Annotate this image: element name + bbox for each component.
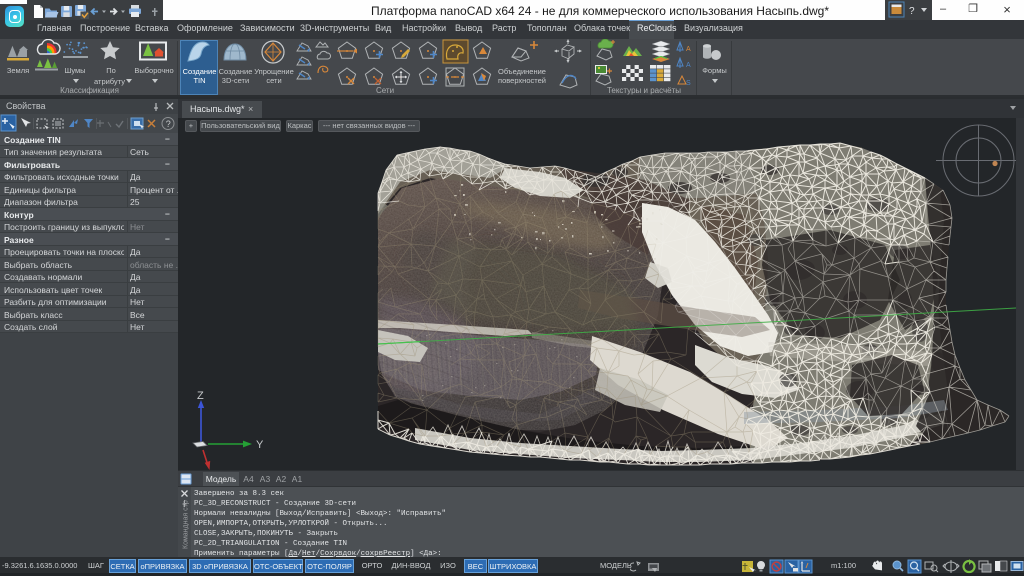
svg-text:A: A xyxy=(686,46,691,53)
svg-text:S: S xyxy=(686,80,691,87)
svg-text:?: ? xyxy=(166,119,171,129)
svg-text:A: A xyxy=(686,62,691,69)
svg-text:Командная стр: Командная стр xyxy=(183,500,190,549)
svg-text:?: ? xyxy=(909,6,915,17)
svg-text:Y: Y xyxy=(256,439,264,451)
svg-text:Z: Z xyxy=(197,390,204,402)
